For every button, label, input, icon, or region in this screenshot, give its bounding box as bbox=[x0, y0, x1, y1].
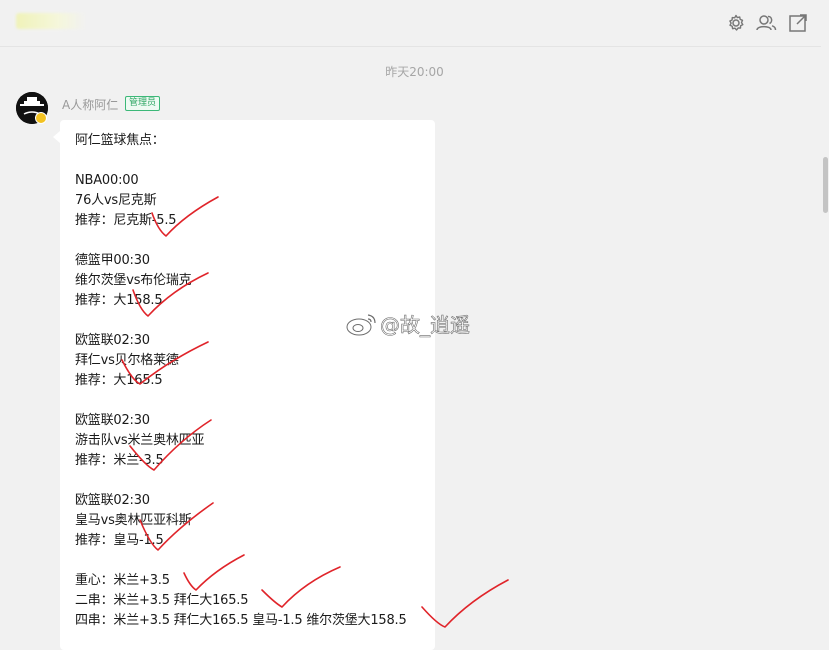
message-line: 四串：米兰+3.5 拜仁大165.5 皇马-1.5 维尔茨堡大158.5 bbox=[75, 613, 407, 628]
message-line: 推荐：尼克斯-5.5 bbox=[75, 213, 177, 228]
message-line: 76人vs尼克斯 bbox=[75, 193, 157, 208]
open-external-icon[interactable] bbox=[787, 12, 809, 34]
message-line: 推荐：大158.5 bbox=[75, 293, 163, 308]
scrollbar-thumb[interactable] bbox=[823, 157, 828, 213]
message-line: 推荐：米兰-3.5 bbox=[75, 453, 164, 468]
message-line: 推荐：大165.5 bbox=[75, 373, 163, 388]
watermark-text: @故_逍遥 bbox=[380, 313, 471, 338]
message-line: 阿仁篮球焦点： bbox=[75, 133, 165, 148]
scrollbar-track[interactable] bbox=[821, 46, 829, 642]
top-bar bbox=[0, 0, 829, 47]
weibo-icon bbox=[346, 314, 376, 336]
message-line: 维尔茨堡vs布伦瑞克 bbox=[75, 273, 192, 288]
bubble-arrow bbox=[53, 131, 60, 143]
message-line: 拜仁vs贝尔格莱德 bbox=[75, 353, 179, 368]
message-timestamp: 昨天20:00 bbox=[385, 65, 444, 79]
chat-title-blurred bbox=[16, 13, 86, 29]
message-line: 皇马vs奥林匹亚科斯 bbox=[75, 513, 192, 528]
sender-name[interactable]: A人称阿仁 bbox=[62, 96, 118, 113]
verified-badge-icon bbox=[35, 112, 47, 124]
message-line: 欧篮联02:30 bbox=[75, 333, 150, 348]
message-line: 德篮甲00:30 bbox=[75, 253, 150, 268]
group-icon[interactable] bbox=[755, 12, 777, 34]
message-line: 欧篮联02:30 bbox=[75, 413, 150, 428]
message-line: NBA00:00 bbox=[75, 173, 139, 188]
message-line: 推荐：皇马-1.5 bbox=[75, 533, 164, 548]
gear-icon[interactable] bbox=[725, 12, 747, 34]
message-line: 重心：米兰+3.5 bbox=[75, 573, 170, 588]
role-badge: 管理员 bbox=[125, 96, 161, 111]
message-line: 二串：米兰+3.5 拜仁大165.5 bbox=[75, 593, 249, 608]
message-line: 欧篮联02:30 bbox=[75, 493, 150, 508]
message-line: 游击队vs米兰奥林匹亚 bbox=[75, 433, 205, 448]
